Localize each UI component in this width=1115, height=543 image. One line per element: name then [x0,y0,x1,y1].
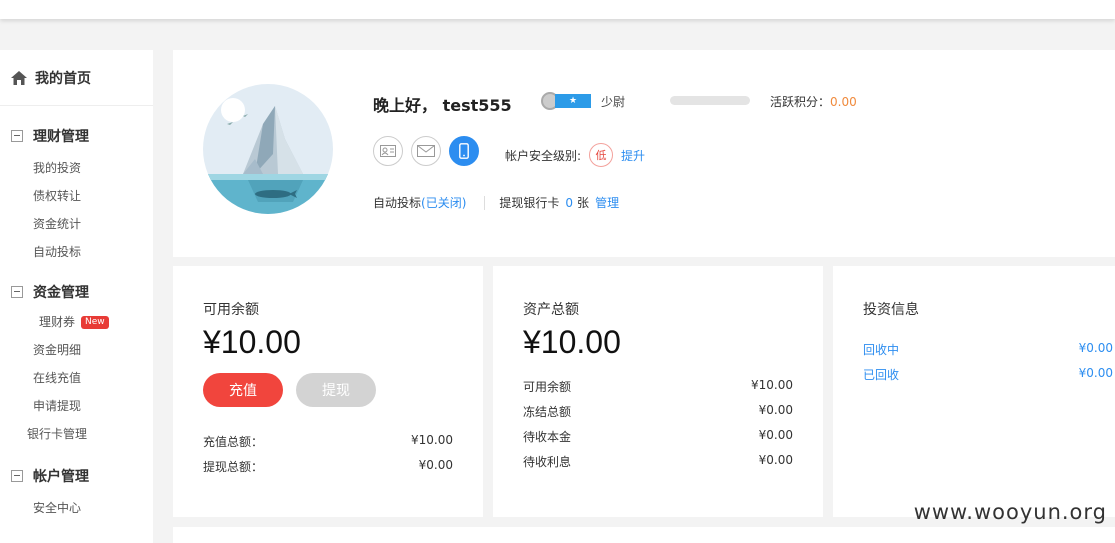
asset-row: 可用余额 ¥10.00 [523,378,793,395]
id-card-icon[interactable] [373,136,403,166]
home-icon [11,70,27,85]
section-title: 理财管理 [33,129,89,145]
sidebar-item-security-center[interactable]: 安全中心 [0,494,153,522]
investment-row-recovered[interactable]: 已回收 ¥0.00 [863,366,1113,383]
profile-panel: 晚上好， test555 ★ 少尉 活跃积分：0.00 帐户安全级别: 低 提升… [173,50,1115,257]
row-label: 冻结总额 [523,405,572,419]
card-title: 资产总额 [523,302,579,318]
recharge-button[interactable]: 充值 [203,373,283,407]
sidebar-item-debt-transfer[interactable]: 债权转让 [0,182,153,210]
rank-ribbon-star-icon: ★ [555,94,591,108]
withdraw-total-row: 提现总额： ¥0.00 [203,458,453,475]
activity-points: 活跃积分：0.00 [770,93,857,110]
row-value: ¥0.00 [758,428,793,442]
row-value: ¥10.00 [411,433,453,447]
mobile-phone-icon[interactable] [449,136,479,166]
collapse-icon [11,286,23,298]
asset-row: 待收本金 ¥0.00 [523,428,793,445]
sidebar-item-my-investments[interactable]: 我的投资 [0,154,153,182]
bank-card-unit: 张 [577,196,590,210]
investment-info-card: 投资信息 回收中 ¥0.00 已回收 ¥0.00 [833,266,1115,517]
points-value: 0.00 [830,95,857,109]
security-level: 帐户安全级别: 低 提升 [505,143,645,167]
activity-progress-bar [670,96,750,105]
bank-card-count: 0 [565,195,574,210]
sidebar-item-fund-details[interactable]: 资金明细 [0,336,153,364]
asset-row: 待收利息 ¥0.00 [523,453,793,470]
sidebar-item-coupons[interactable]: 理财券 New [0,308,153,336]
divider [484,195,486,210]
row-label: 充值总额： [203,435,264,449]
sidebar: 我的首页 理财管理 我的投资 债权转让 资金统计 自动投标 资金管理 理财券 N… [0,50,153,543]
row-label: 待收本金 [523,430,572,444]
sidebar-section-account[interactable]: 帐户管理 [0,466,153,486]
rank-label: 少尉 [601,94,626,109]
sidebar-item-online-recharge[interactable]: 在线充值 [0,364,153,392]
watermark: www.wooyun.org [913,500,1107,524]
avatar[interactable] [203,84,333,214]
points-label: 活跃积分： [770,95,831,109]
upgrade-security-link[interactable]: 提升 [621,147,645,164]
total-assets-card: 资产总额 ¥10.00 可用余额 ¥10.00 冻结总额 ¥0.00 待收本金 … [493,266,823,517]
row-value: ¥0.00 [758,403,793,417]
manage-bank-card-link[interactable]: 管理 [595,194,619,211]
security-level-badge: 低 [589,143,614,167]
auto-bid-label: 自动投标 [373,196,422,210]
auto-bid-row: 自动投标 (已关闭) 提现银行卡 0 张 管理 [373,194,619,211]
row-label: 已回收 [863,368,900,382]
sidebar-item-auto-bid[interactable]: 自动投标 [0,238,153,266]
bottom-panel [173,527,1115,543]
row-label: 回收中 [863,343,900,357]
auto-bid-status-link[interactable]: (已关闭) [421,194,466,211]
new-badge: New [81,315,109,329]
withdraw-button[interactable]: 提现 [296,373,376,407]
sidebar-item-label: 理财券 [39,315,76,329]
available-balance-card: 可用余额 ¥10.00 充值 提现 充值总额： ¥10.00 提现总额： ¥0.… [173,266,483,517]
total-assets-amount: ¥10.00 [523,324,621,360]
card-title: 投资信息 [863,302,919,318]
sidebar-item-fund-stats[interactable]: 资金统计 [0,210,153,238]
row-value: ¥0.00 [1078,366,1113,380]
investment-row-recovering[interactable]: 回收中 ¥0.00 [863,341,1113,358]
verification-icons [373,136,487,166]
row-value: ¥0.00 [1078,341,1113,355]
row-value: ¥0.00 [758,453,793,467]
row-value: ¥0.00 [418,458,453,472]
security-label: 帐户安全级别: [505,148,582,163]
row-label: 可用余额 [523,380,572,394]
avatar-iceberg-image [203,84,333,214]
section-title: 资金管理 [33,285,89,301]
row-value: ¥10.00 [751,378,793,392]
rank-badge: ★ 少尉 [541,92,625,110]
collapse-icon [11,470,23,482]
row-label: 待收利息 [523,455,572,469]
greeting: 晚上好， test555 [373,96,512,115]
sidebar-section-funds[interactable]: 资金管理 [0,282,153,302]
sidebar-item-bank-card[interactable]: 银行卡管理 [0,420,153,448]
top-bar [0,0,1115,19]
email-icon[interactable] [411,136,441,166]
card-title: 可用余额 [203,302,259,318]
asset-row: 冻结总额 ¥0.00 [523,403,793,420]
bank-card-label: 提现银行卡 [499,196,560,210]
row-label: 提现总额： [203,460,264,474]
sidebar-home-label: 我的首页 [35,70,91,87]
section-title: 帐户管理 [33,469,89,485]
available-balance-amount: ¥10.00 [203,324,301,360]
sidebar-item-home[interactable]: 我的首页 [0,50,153,106]
recharge-total-row: 充值总额： ¥10.00 [203,433,453,450]
sidebar-item-withdraw-request[interactable]: 申请提现 [0,392,153,420]
sidebar-section-finance[interactable]: 理财管理 [0,126,153,146]
collapse-icon [11,130,23,142]
